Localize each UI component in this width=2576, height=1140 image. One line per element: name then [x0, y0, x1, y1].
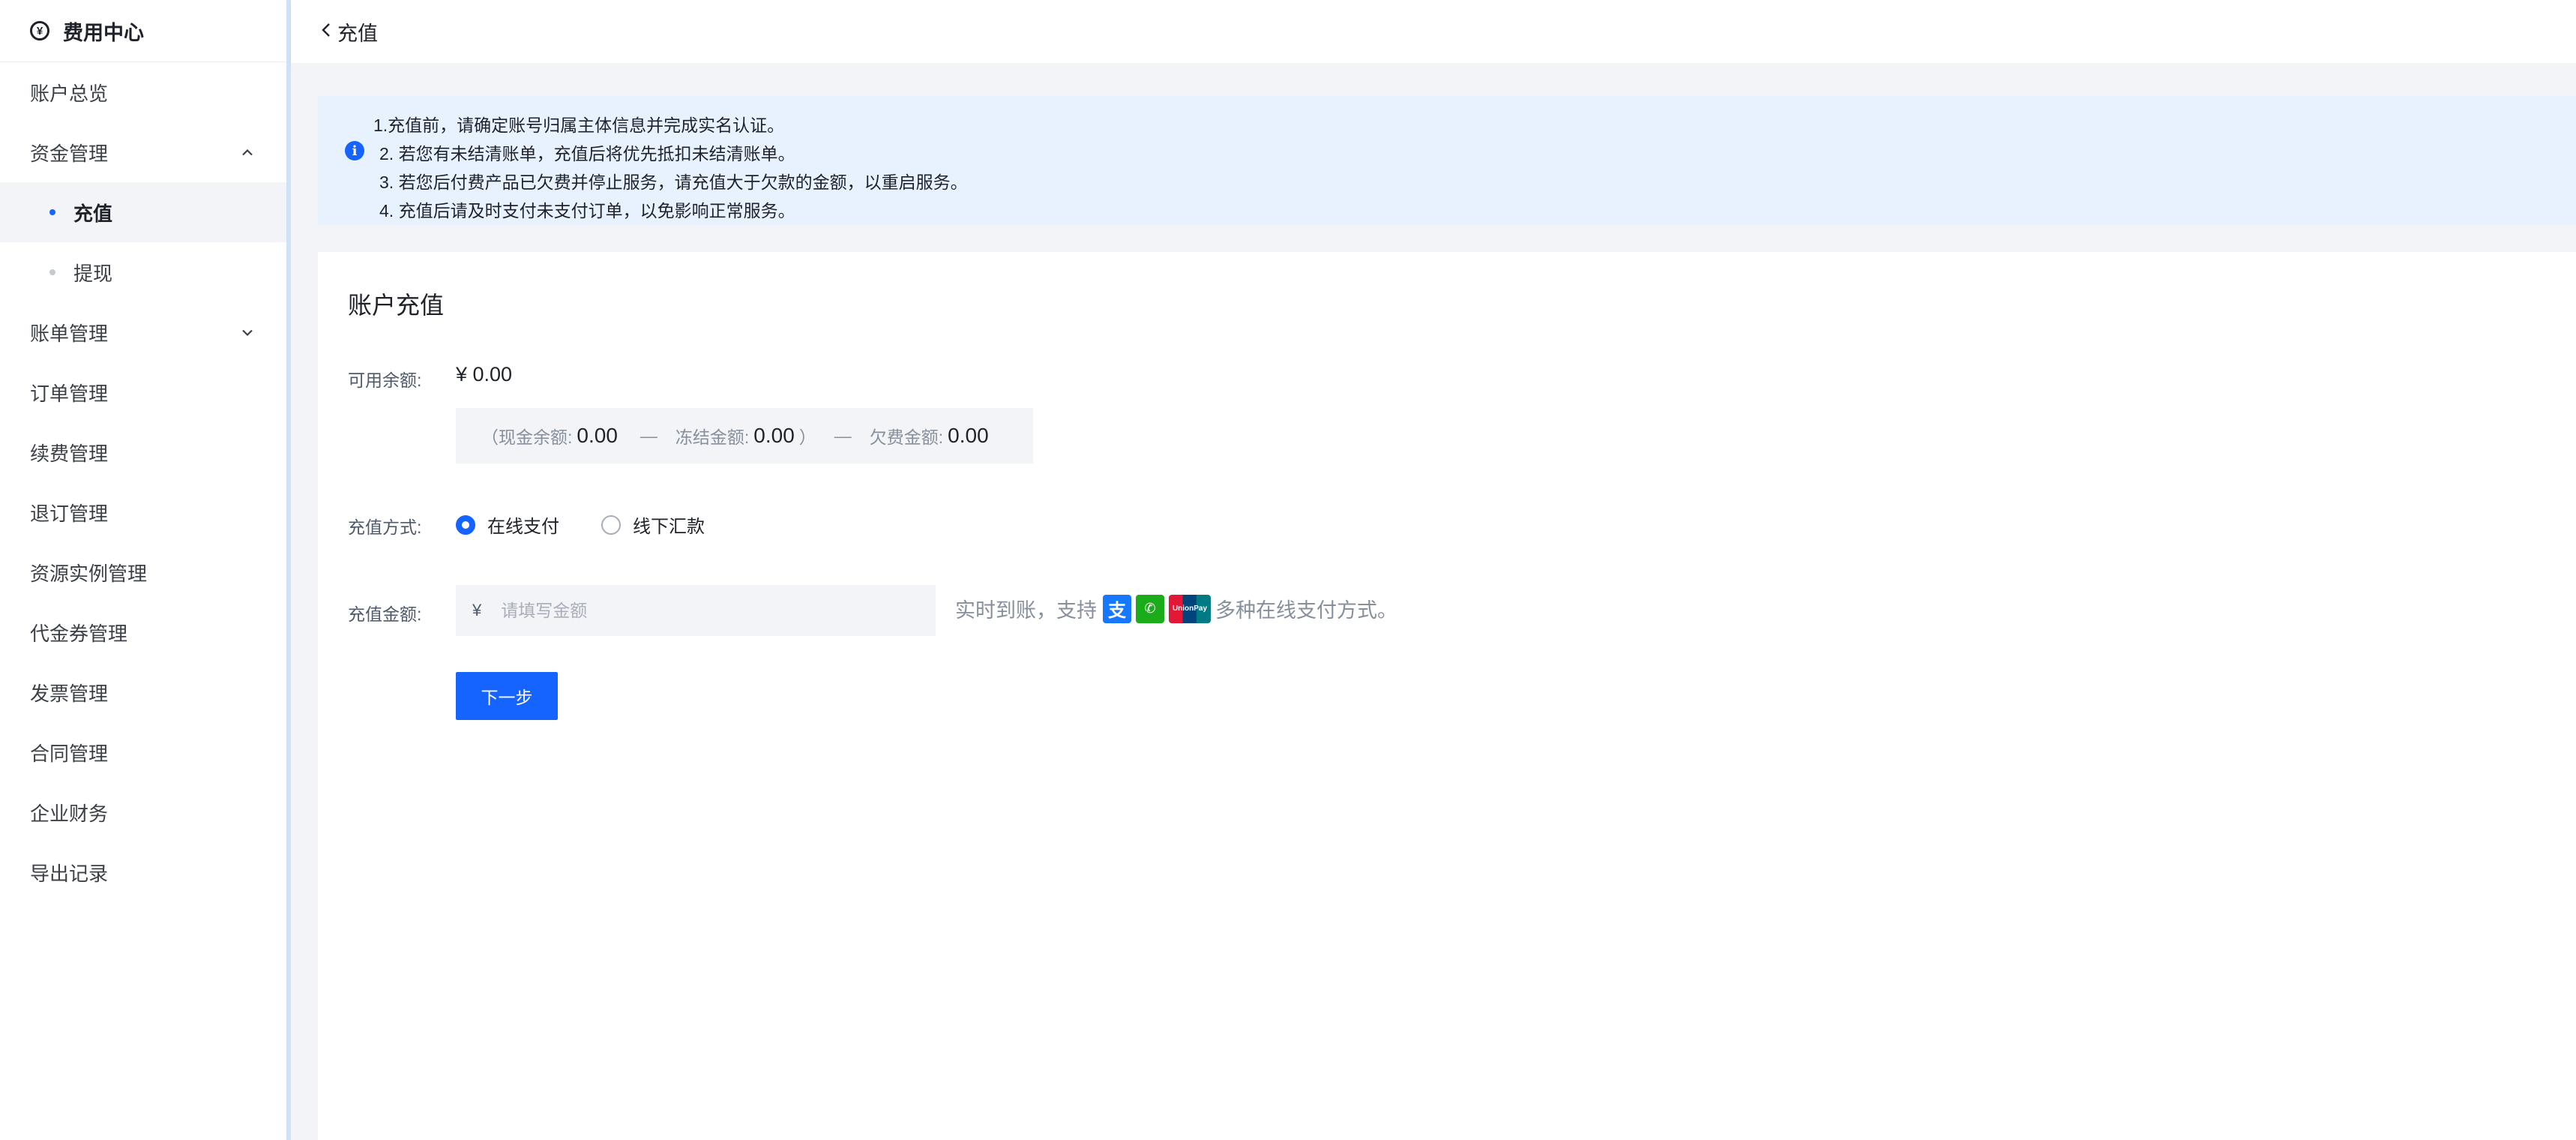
main-content: i 1.充值前，请确定账号归属主体信息并完成实名认证。 2. 若您有未结清账单，…	[291, 63, 2576, 1140]
debt-label: 欠费金额:	[869, 428, 944, 447]
notice-line: 1.充值前，请确定账号归属主体信息并完成实名认证。	[373, 116, 785, 135]
wechat-pay-icon: ✆	[1136, 594, 1164, 623]
chevron-down-icon	[241, 324, 253, 341]
sidebar-item-label: 导出记录	[30, 862, 109, 885]
card-title: 账户充值	[348, 292, 445, 319]
unionpay-icon: UnionPay	[1169, 594, 1211, 623]
yen-prefix: ¥	[472, 601, 482, 620]
notice-line: 3. 若您后付费产品已欠费并停止服务，请充值大于欠款的金额，以重启服务。	[379, 172, 968, 192]
sidebar-item-label: 资源实例管理	[30, 562, 148, 585]
sidebar-item-voucher-management[interactable]: 代金券管理	[0, 602, 286, 662]
payment-method-group: 在线支付 线下汇款	[456, 512, 747, 538]
method-label: 充值方式:	[348, 518, 422, 537]
sidebar-item-label: 提现	[73, 262, 113, 285]
notice-banner: i 1.充值前，请确定账号归属主体信息并完成实名认证。 2. 若您有未结清账单，…	[318, 96, 2576, 225]
amount-input[interactable]	[499, 599, 893, 622]
balance-breakdown: （现金余额: 0.00 — 冻结金额: 0.00 ） — 欠费金额: 0.00	[456, 408, 1033, 464]
sidebar-item-enterprise-finance[interactable]: 企业财务	[0, 782, 286, 842]
sidebar-item-contract-management[interactable]: 合同管理	[0, 722, 286, 782]
sidebar-item-bill-management[interactable]: 账单管理	[0, 302, 286, 362]
radio-offline-transfer[interactable]	[601, 514, 621, 535]
frozen-value: 0.00	[753, 424, 795, 447]
chevron-left-icon[interactable]	[321, 19, 331, 44]
sidebar-item-label: 退订管理	[30, 502, 109, 525]
next-step-button[interactable]: 下一步	[456, 672, 558, 720]
sidebar-item-fund-management[interactable]: 资金管理	[0, 122, 286, 182]
notice-line: 4. 充值后请及时支付未支付订单，以免影响正常服务。	[379, 201, 795, 220]
sidebar-item-recharge[interactable]: 充值	[0, 182, 286, 242]
payment-hint: 实时到账，支持 支 ✆ UnionPay 多种在线支付方式。	[955, 594, 1397, 623]
hint-prefix: 实时到账，支持	[955, 599, 1097, 622]
amount-field-wrapper[interactable]: ¥	[456, 585, 936, 636]
sidebar-item-label: 代金券管理	[30, 622, 128, 645]
active-dot-icon	[49, 209, 55, 215]
sidebar-item-label: 订单管理	[30, 382, 109, 405]
sidebar-item-renewal-management[interactable]: 续费管理	[0, 422, 286, 482]
sidebar-item-account-overview[interactable]: 账户总览	[0, 62, 286, 122]
sidebar-item-invoice-management[interactable]: 发票管理	[0, 662, 286, 722]
page-title: 充值	[337, 22, 378, 45]
sidebar-item-label: 合同管理	[30, 742, 109, 765]
notice-line: 2. 若您有未结清账单，充值后将优先抵扣未结清账单。	[379, 144, 795, 164]
sidebar-title: 费用中心	[63, 21, 144, 44]
debt-value: 0.00	[948, 424, 989, 447]
separator-dash: —	[640, 425, 657, 446]
sidebar-item-resource-instance-management[interactable]: 资源实例管理	[0, 542, 286, 602]
dot-icon	[49, 269, 55, 275]
alipay-icon: 支	[1103, 594, 1131, 623]
sidebar-item-export-records[interactable]: 导出记录	[0, 842, 286, 902]
separator-dash: —	[834, 425, 852, 446]
sidebar-item-label: 发票管理	[30, 682, 109, 705]
info-icon: i	[345, 141, 364, 160]
balance-value: ¥ 0.00	[456, 363, 513, 386]
sidebar-item-label: 企业财务	[30, 802, 109, 825]
yen-circle-icon: ¥	[30, 21, 49, 40]
sidebar-item-withdraw[interactable]: 提现	[0, 242, 286, 302]
online-payment-label[interactable]: 在线支付	[487, 512, 559, 538]
sidebar-item-label: 资金管理	[30, 142, 109, 165]
close-paren: ）	[798, 428, 816, 447]
sidebar-item-label: 账单管理	[30, 322, 109, 345]
sidebar-item-label: 续费管理	[30, 442, 109, 465]
frozen-label: 冻结金额:	[675, 428, 750, 447]
sidebar: ¥ 费用中心 账户总览 资金管理 充值 提现 账单管理 订单管理 续费管理 退订…	[0, 0, 286, 1140]
cash-label: （现金余额:	[481, 428, 573, 447]
hint-suffix: 多种在线支付方式。	[1215, 599, 1397, 622]
amount-label: 充值金额:	[348, 604, 422, 624]
radio-online-payment[interactable]	[456, 514, 475, 535]
balance-label: 可用余额:	[348, 370, 422, 390]
offline-transfer-label[interactable]: 线下汇款	[633, 512, 705, 538]
sidebar-item-order-management[interactable]: 订单管理	[0, 362, 286, 422]
cash-value: 0.00	[577, 424, 618, 447]
chevron-up-icon	[241, 144, 253, 161]
sidebar-item-label: 账户总览	[30, 82, 109, 105]
sidebar-item-unsubscribe-management[interactable]: 退订管理	[0, 482, 286, 542]
recharge-card: 账户充值 可用余额: ¥ 0.00 （现金余额: 0.00 — 冻结金额: 0.…	[318, 252, 2576, 1140]
sidebar-item-label: 充值	[73, 202, 113, 225]
page-header: 充值	[291, 0, 2576, 63]
sidebar-header: ¥ 费用中心	[0, 0, 286, 62]
